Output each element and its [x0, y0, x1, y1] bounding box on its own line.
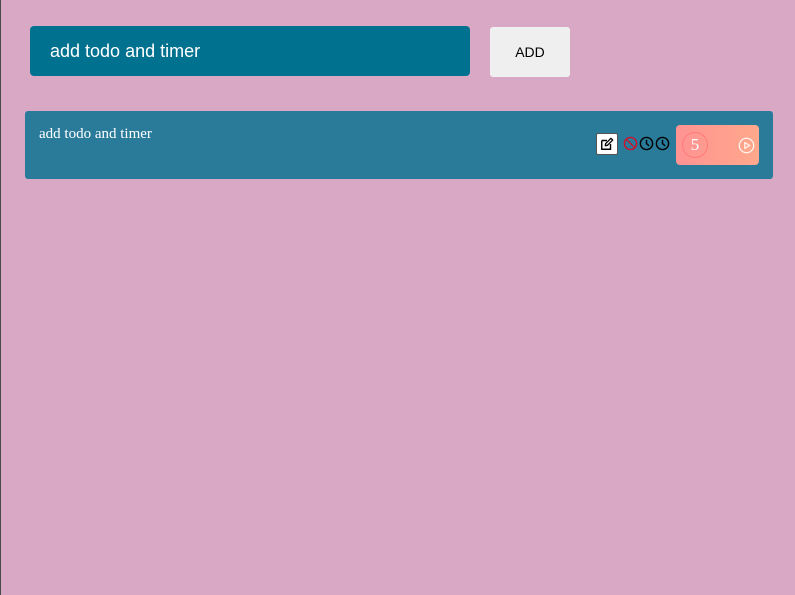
timer-panel: 5: [676, 125, 759, 165]
edit-icon: [601, 137, 614, 150]
edit-button[interactable]: [596, 133, 618, 155]
play-icon[interactable]: [738, 137, 755, 154]
todo-input[interactable]: [30, 26, 470, 76]
timer-count: 5: [682, 132, 708, 158]
todo-text: add todo and timer: [39, 126, 152, 142]
todo-item: add todo and timer 5: [25, 111, 773, 179]
clock-icon[interactable]: [639, 136, 654, 151]
add-button[interactable]: ADD: [490, 27, 570, 77]
clock-icon[interactable]: [655, 136, 670, 151]
cancel-icon[interactable]: [623, 136, 638, 151]
